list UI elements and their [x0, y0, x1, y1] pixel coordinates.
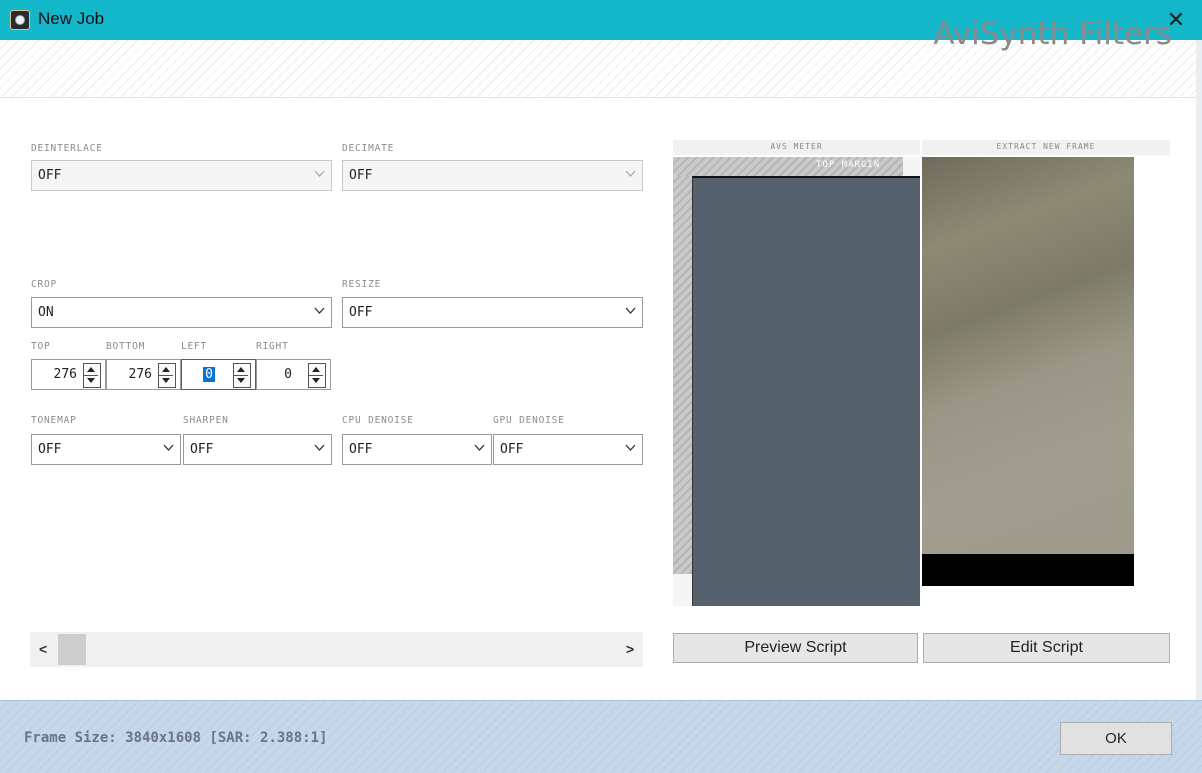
crop-right-value: 0: [284, 367, 292, 382]
crop-bottom-value: 276: [128, 367, 152, 382]
chevron-down-icon: [474, 444, 485, 453]
window-edge: [1196, 40, 1202, 700]
scroll-left-icon[interactable]: <: [39, 641, 47, 657]
cpu-denoise-select[interactable]: OFF: [342, 434, 492, 465]
edit-script-button[interactable]: Edit Script: [923, 633, 1170, 663]
spin-arrows-icon[interactable]: [83, 363, 101, 388]
chevron-down-icon: [625, 444, 636, 453]
ok-button[interactable]: OK: [1060, 722, 1172, 755]
spin-arrows-icon[interactable]: [308, 363, 326, 388]
chevron-down-icon: [625, 170, 636, 179]
crop-left-spinner[interactable]: 0: [181, 359, 256, 390]
chevron-down-icon: [314, 170, 325, 179]
crop-top-value: 276: [53, 367, 77, 382]
deinterlace-select[interactable]: OFF: [31, 160, 332, 191]
decimate-label: DECIMATE: [342, 143, 395, 154]
scroll-right-icon[interactable]: >: [626, 641, 634, 657]
deinterlace-label: DEINTERLACE: [31, 143, 103, 154]
crop-right-spinner[interactable]: 0: [256, 359, 331, 390]
crop-bottom-spinner[interactable]: 276: [106, 359, 181, 390]
chevron-down-icon: [625, 307, 636, 316]
crop-value: ON: [38, 305, 54, 320]
avs-meter-header: AVS METER: [673, 140, 920, 155]
chevron-down-icon: [314, 307, 325, 316]
avs-meter-preview: [692, 176, 920, 606]
preview-script-button[interactable]: Preview Script: [673, 633, 918, 663]
frame-size-status: Frame Size: 3840x1608 [SAR: 2.388:1]: [24, 730, 328, 746]
tonemap-select[interactable]: OFF: [31, 434, 181, 465]
left-margin-bar[interactable]: [673, 176, 692, 574]
crop-bottom-label: BOTTOM: [106, 341, 146, 352]
resize-value: OFF: [349, 305, 373, 320]
resize-label: RESIZE: [342, 279, 382, 290]
crop-left-value: 0: [203, 367, 215, 382]
chevron-down-icon: [163, 444, 174, 453]
page-title: AviSynth Filters: [933, 16, 1172, 52]
sharpen-select[interactable]: OFF: [183, 434, 332, 465]
frame-preview-image[interactable]: [922, 157, 1134, 554]
extract-frame-header: EXTRACT NEW FRAME: [922, 140, 1170, 155]
left-margin-label: LEFT MARGIN: [663, 489, 673, 560]
crop-top-label: TOP: [31, 341, 51, 352]
app-icon: [10, 10, 30, 30]
gpu-denoise-select[interactable]: OFF: [493, 434, 643, 465]
sharpen-label: SHARPEN: [183, 415, 229, 426]
deinterlace-value: OFF: [38, 168, 62, 183]
window-title: New Job: [38, 9, 105, 28]
crop-left-label: LEFT: [181, 341, 208, 352]
frame-letterbox-bar: [922, 554, 1134, 586]
decimate-select[interactable]: OFF: [342, 160, 643, 191]
crop-right-label: RIGHT: [256, 341, 289, 352]
crop-select[interactable]: ON: [31, 297, 332, 328]
cpu-denoise-label: CPU DENOISE: [342, 415, 414, 426]
crop-label: CROP: [31, 279, 58, 290]
horizontal-scrollbar[interactable]: < >: [30, 632, 643, 667]
tonemap-label: TONEMAP: [31, 415, 77, 426]
scroll-thumb[interactable]: [58, 634, 86, 665]
spin-arrows-icon[interactable]: [233, 363, 251, 388]
top-margin-label: TOP MARGIN: [816, 160, 881, 170]
chevron-down-icon: [314, 444, 325, 453]
resize-select[interactable]: OFF: [342, 297, 643, 328]
crop-top-spinner[interactable]: 276: [31, 359, 106, 390]
spin-arrows-icon[interactable]: [158, 363, 176, 388]
sharpen-value: OFF: [190, 442, 214, 457]
tonemap-value: OFF: [38, 442, 62, 457]
gpu-denoise-value: OFF: [500, 442, 524, 457]
decimate-value: OFF: [349, 168, 373, 183]
gpu-denoise-label: GPU DENOISE: [493, 415, 565, 426]
cpu-denoise-value: OFF: [349, 442, 373, 457]
